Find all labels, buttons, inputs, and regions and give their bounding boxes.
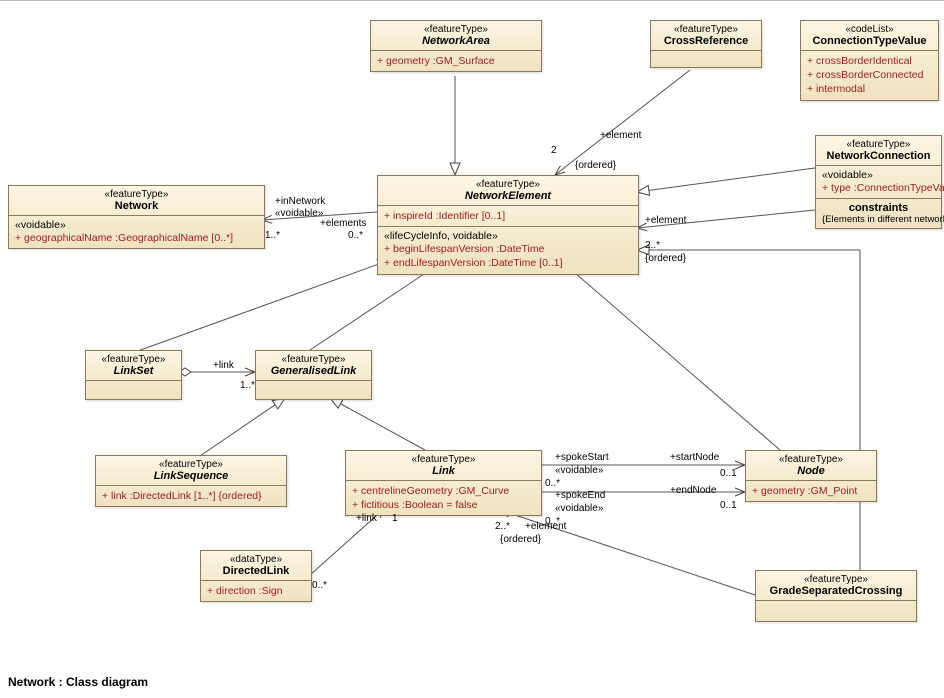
role-link-2: +link <box>356 513 377 524</box>
stereotype: «featureType» <box>262 354 365 365</box>
attr: + geographicalName :GeographicalName [0.… <box>15 231 258 245</box>
stereotype: «featureType» <box>102 459 280 470</box>
stereotype: «featureType» <box>92 354 175 365</box>
mult-zero-star: 0..* <box>348 230 363 241</box>
attr: + crossBorderIdentical <box>807 54 932 68</box>
class-cross-reference: «featureType» CrossReference <box>650 20 762 68</box>
mult-zero-star-2: 0..* <box>545 478 560 489</box>
attr: + beginLifespanVersion :DateTime <box>384 242 632 256</box>
class-name: Node <box>752 465 870 477</box>
class-name: LinkSequence <box>102 470 280 482</box>
ordered-2: {ordered} <box>645 253 686 264</box>
role-end-node: +endNode <box>670 485 716 496</box>
attr: + fictitious :Boolean = false <box>352 498 535 512</box>
role-in-network: +inNetwork <box>275 196 325 207</box>
section-label: «voidable» <box>15 219 258 231</box>
stereotype: «featureType» <box>15 189 258 200</box>
stereotype: «featureType» <box>657 24 755 35</box>
stereotype: «codeList» <box>807 24 932 35</box>
ordered-3: {ordered} <box>500 534 541 545</box>
class-name: ConnectionTypeValue <box>807 35 932 47</box>
mult-zero-star-4: 0..* <box>312 580 327 591</box>
mult-two-star-2: 2..* <box>495 521 510 532</box>
attr: + intermodal <box>807 82 932 96</box>
stereotype: «featureType» <box>762 574 910 585</box>
class-name: DirectedLink <box>207 565 305 577</box>
role-voidable-2: «voidable» <box>555 465 603 476</box>
class-name: NetworkArea <box>377 35 535 47</box>
stereotype: «featureType» <box>822 139 935 150</box>
role-start-node: +startNode <box>670 452 719 463</box>
attr: + inspireId :Identifier [0..1] <box>384 209 632 223</box>
role-element-2: +element <box>645 215 686 226</box>
class-name: GeneralisedLink <box>262 365 365 377</box>
diagram-canvas: «featureType» NetworkArea + geometry :GM… <box>0 0 944 698</box>
attr: + link :DirectedLink [1..*] {ordered} <box>102 489 280 503</box>
class-grade-separated-crossing: «featureType» GradeSeparatedCrossing <box>755 570 917 622</box>
attr: + crossBorderConnected <box>807 68 932 82</box>
role-voidable-3: «voidable» <box>555 503 603 514</box>
role-voidable: «voidable» <box>275 208 323 219</box>
constraints-header: constraints <box>822 202 935 214</box>
stereotype: «featureType» <box>752 454 870 465</box>
mult-two-star: 2..* <box>645 240 660 251</box>
class-name: GradeSeparatedCrossing <box>762 585 910 597</box>
class-link-sequence: «featureType» LinkSequence + link :Direc… <box>95 455 287 507</box>
attr: + centrelineGeometry :GM_Curve <box>352 484 535 498</box>
class-connection-type-value: «codeList» ConnectionTypeValue + crossBo… <box>800 20 939 101</box>
stereotype: «featureType» <box>377 24 535 35</box>
mult-one-star: 1..* <box>265 230 280 241</box>
diagram-title: Network : Class diagram <box>8 675 148 689</box>
class-network-connection: «featureType» NetworkConnection «voidabl… <box>815 135 942 229</box>
section-label: «voidable» <box>822 169 935 181</box>
class-name: Link <box>352 465 535 477</box>
class-network-element: «featureType» NetworkElement + inspireId… <box>377 175 639 275</box>
section-label: «lifeCycleInfo, voidable» <box>384 230 632 242</box>
class-name: NetworkElement <box>384 190 632 202</box>
attr: + direction :Sign <box>207 584 305 598</box>
class-node: «featureType» Node + geometry :GM_Point <box>745 450 877 502</box>
role-element-1: +element <box>600 130 641 141</box>
role-link: +link <box>213 360 234 371</box>
attr: + endLifespanVersion :DateTime [0..1] <box>384 256 632 270</box>
mult-zero-one-2: 0..1 <box>720 500 737 511</box>
mult-zero-one: 0..1 <box>720 468 737 479</box>
attr: + type :ConnectionTypeValue <box>822 181 935 195</box>
stereotype: «featureType» <box>384 179 632 190</box>
class-name: CrossReference <box>657 35 755 47</box>
class-name: NetworkConnection <box>822 150 935 162</box>
class-directed-link: «dataType» DirectedLink + direction :Sig… <box>200 550 312 602</box>
constraints-text: {Elements in different networks} <box>822 214 935 225</box>
mult-one-star-2: 1..* <box>240 380 255 391</box>
class-generalised-link: «featureType» GeneralisedLink <box>255 350 372 400</box>
ordered-1: {ordered} <box>575 160 616 171</box>
class-network: «featureType» Network «voidable» + geogr… <box>8 185 265 249</box>
role-element-3: +element <box>525 521 566 532</box>
class-network-area: «featureType» NetworkArea + geometry :GM… <box>370 20 542 72</box>
attr: + geometry :GM_Surface <box>377 54 535 68</box>
attr: + geometry :GM_Point <box>752 484 870 498</box>
role-spoke-start: +spokeStart <box>555 452 609 463</box>
class-name: LinkSet <box>92 365 175 377</box>
class-name: Network <box>15 200 258 212</box>
role-spoke-end: +spokeEnd <box>555 490 605 501</box>
mult-one: 1 <box>392 513 398 524</box>
stereotype: «dataType» <box>207 554 305 565</box>
stereotype: «featureType» <box>352 454 535 465</box>
class-link-set: «featureType» LinkSet <box>85 350 182 400</box>
role-elements: +elements <box>320 218 366 229</box>
class-link: «featureType» Link + centrelineGeometry … <box>345 450 542 516</box>
mult-two: 2 <box>551 145 557 156</box>
